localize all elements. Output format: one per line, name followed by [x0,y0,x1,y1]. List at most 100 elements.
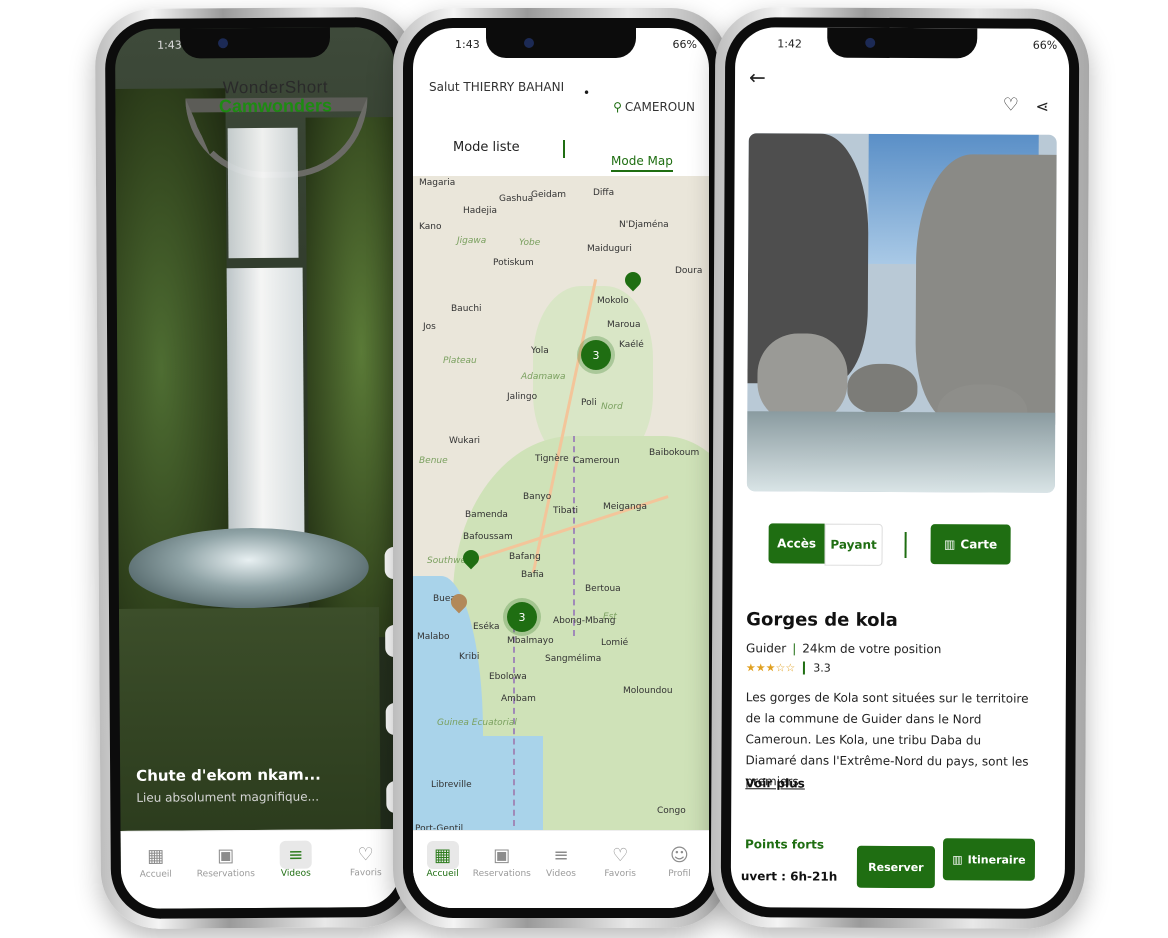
map-label: Malabo [417,632,450,642]
acces-button[interactable]: Accès [768,523,825,564]
notch [827,27,978,59]
map-label: Nord [601,402,623,412]
map-label: Bauchi [451,304,482,314]
nav-label: Favoris [350,868,382,879]
rating-value: 3.3 [803,661,831,675]
grid-icon: ▦ [147,845,165,867]
nav-label: Accueil [139,869,172,880]
heart-icon: ♡ [357,843,374,865]
location-pin-icon: ⚲ [613,100,622,114]
map-label: Kano [419,222,442,232]
action-pills: Accès Payant ▥ Carte [732,523,1066,569]
payant-badge[interactable]: Payant [824,523,883,566]
phone-videos: 1:43 WonderShort Camwonders Chute d'ekom… [94,6,422,930]
phone-map: 1:43 66% Salut THIERRY BAHANI • ⚲ CAMEROU… [393,8,729,928]
playlist-icon: ≡ [279,840,312,869]
photo-water [746,411,1056,493]
map-cluster-south[interactable]: 3 [507,602,537,632]
itineraire-button[interactable]: ▥ Itineraire [942,838,1036,881]
map-label: Jalingo [507,392,538,402]
map-label: Doura [675,266,703,276]
nav-label: Videos [280,868,311,879]
playlist-icon: ≡ [553,844,569,866]
nav-videos[interactable]: ≡ Videos [265,840,327,879]
map-label: Geidam [531,190,567,200]
place-title: Gorges de kola [746,609,898,631]
place-meta: Guider | 24km de votre position [746,641,941,656]
map-label: Lomié [601,638,629,648]
person-icon: ☺ [670,844,689,866]
map-label: Bafoussam [463,532,513,542]
nav-videos[interactable]: ≡ Videos [531,841,590,880]
grid-icon: ▦ [426,841,459,869]
pill-divider [904,532,907,559]
share-icon[interactable]: ⋖ [1035,97,1049,116]
map-label: Mokolo [597,296,629,306]
tab-mode-liste[interactable]: Mode liste [453,140,520,155]
video-title: Chute d'ekom nkam... [136,765,321,785]
map-label: Bafia [521,570,544,580]
nav-accueil[interactable]: ▦ Accueil [413,841,472,879]
nav-reservations[interactable]: ▣ Reservations [472,841,531,880]
greeting: Salut THIERRY BAHANI [429,80,565,94]
carte-label: Carte [960,537,998,552]
map-pin[interactable] [621,268,645,292]
map-label: Yola [531,346,549,356]
nav-profil[interactable]: ☺ Profil [650,841,709,880]
calendar-icon: ▣ [217,844,235,866]
map-label: Ebolowa [489,672,527,682]
map-label: Bafang [509,552,541,562]
map-label: Meiganga [603,502,647,512]
map-screen: 1:43 66% Salut THIERRY BAHANI • ⚲ CAMEROU… [413,28,709,908]
map-label: Plateau [443,356,477,366]
map-label: Potiskum [493,258,534,268]
favorite-heart-icon[interactable]: ♡ [1003,95,1019,116]
bottom-nav: ▦ Accueil ▣ Reservations ≡ Videos ♡ Favoris [120,829,402,909]
tab-mode-map[interactable]: Mode Map [611,154,673,172]
nav-reservations[interactable]: ▣ Reservations [195,841,257,880]
waterfall-upper [227,127,299,259]
map-icon: ▥ [952,852,963,866]
back-arrow-icon[interactable]: ← [749,65,766,89]
nav-favoris[interactable]: ♡ Favoris [591,841,650,880]
map-label: Mbalmayo [507,636,554,646]
star-rating-icon: ★★★☆☆ [745,661,796,675]
nav-favoris[interactable]: ♡ Favoris [335,840,397,879]
place-photo[interactable] [746,133,1057,493]
status-time: 1:43 [157,38,182,52]
map-label: Benue [419,456,448,466]
map-label: Bamenda [465,510,508,520]
map-label: Cameroun [573,456,620,466]
map-label: Bertoua [585,584,621,594]
carte-button[interactable]: ▥ Carte [930,524,1011,565]
place-town: Guider [746,641,787,656]
map-label: Moloundou [623,686,673,696]
map-label: Adamawa [521,372,566,382]
country-selector[interactable]: ⚲ CAMEROUN [613,100,695,114]
status-time: 1:42 [777,37,802,51]
voir-plus-link[interactable]: Voir plus [745,776,805,790]
itineraire-label: Itineraire [967,852,1026,867]
heart-icon: ♡ [612,844,629,866]
map-label: Banyo [523,492,552,502]
map-view[interactable]: Magaria Hadejia Gashua Geidam Diffa Kano… [413,176,709,836]
map-label: Kribi [459,652,480,662]
bottom-nav: ▦ Accueil ▣ Reservations ≡ Videos ♡ Favoris … [413,830,709,908]
nav-accueil[interactable]: ▦ Accueil [125,842,187,880]
status-battery: 66% [1032,38,1058,52]
map-label: Abong-Mbang [553,616,616,626]
map-label: Tignère [535,454,569,464]
photo-boulder [757,333,848,424]
map-label: Wukari [449,436,481,446]
phone-detail: 1:42 66% ← ♡ ⋖ Accès Payant ▥ Carte Gorge… [710,7,1090,929]
map-label: Diffa [593,188,615,198]
nav-label: Profil [668,869,691,879]
brand-line2: Camwonders [218,95,333,117]
points-forts-heading: Points forts [744,837,825,852]
notch [486,28,636,58]
reserver-button[interactable]: Reserver [856,845,936,889]
separator-dot: • [583,86,591,100]
status-battery: 66% [672,38,697,51]
map-label: Congo [657,806,686,816]
map-cluster-north[interactable]: 3 [581,340,611,370]
